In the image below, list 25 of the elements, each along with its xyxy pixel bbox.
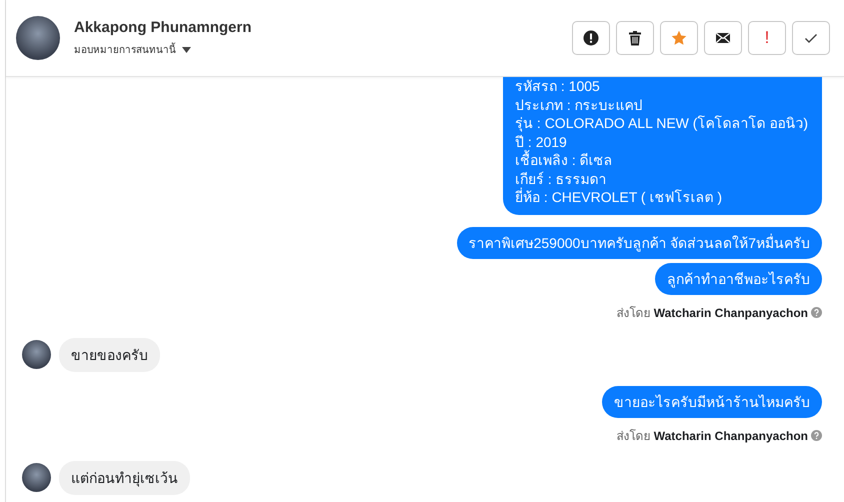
contact-name: Akkapong Phunamngern [74, 19, 253, 36]
sent-message-bubble: ราคาพิเศษ259000บาทครับลูกค้า จัดส่วนลดให้7หมื่นครับ [456, 226, 822, 258]
avatar [22, 463, 51, 492]
mark-important-button[interactable]: ! [748, 21, 786, 55]
trash-icon [627, 30, 643, 46]
help-icon [811, 306, 822, 318]
star-icon [671, 30, 687, 46]
delete-button[interactable] [616, 21, 654, 55]
star-button[interactable] [660, 21, 698, 55]
mail-button[interactable] [704, 21, 742, 55]
sent-message-bubble: รหัสรถ : 1005 ประเภท : กระบะแคป รุ่น : COLORADO ALL NEW (โคโดลาโด ออนิว) ปี : 2019 เชื้อเพลิง : ดีเซล เกียร์ : ธรรมดา ยี่ห้อ : CHEVROLET ( เชฟโรเลต ) [503, 77, 822, 214]
received-message-bubble: ขายของครับ [59, 338, 160, 372]
assign-conversation-link[interactable]: มอบหมายการสนทนานี้ [74, 42, 176, 57]
envelope-icon [715, 30, 731, 46]
avatar [22, 340, 51, 369]
sent-by-label: ส่งโดย Watcharin Chanpanyachon [616, 428, 808, 444]
received-message-bubble: แต่ก่อนทำยุ่เซเว้น [59, 460, 190, 494]
sent-by-label: ส่งโดย Watcharin Chanpanyachon [616, 304, 808, 322]
alert-icon [583, 30, 599, 46]
avatar [16, 16, 60, 60]
caret-icon[interactable] [182, 46, 191, 52]
report-button[interactable] [572, 21, 610, 55]
sent-message-bubble: ขายอะไรครับมีหน้าร้านไหมครับ [602, 386, 822, 418]
sent-message-bubble: ลูกค้าทำอาชีพอะไรครับ [655, 262, 822, 294]
help-icon [811, 430, 822, 440]
